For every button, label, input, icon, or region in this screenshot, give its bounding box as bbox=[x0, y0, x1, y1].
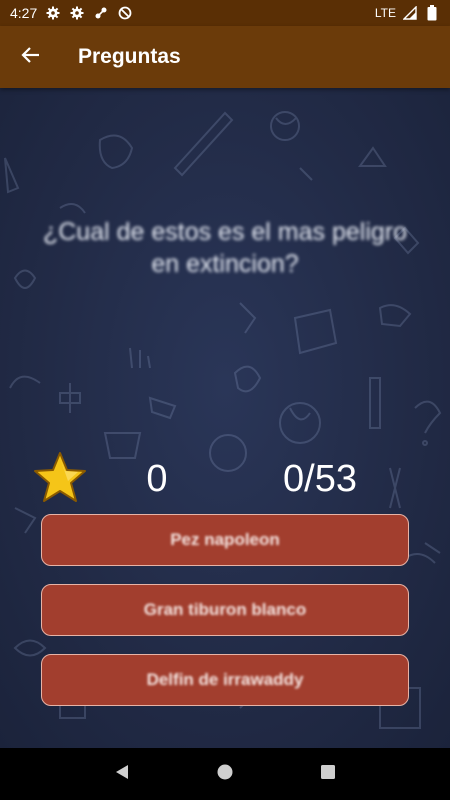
home-circle-icon bbox=[216, 763, 234, 786]
answer-button-3[interactable]: Delfin de irrawaddy bbox=[41, 654, 409, 706]
arrow-left-icon bbox=[21, 45, 41, 70]
answer-button-1[interactable]: Pez napoleon bbox=[41, 514, 409, 566]
answer-label: Pez napoleon bbox=[170, 530, 280, 549]
answer-label: Gran tiburon blanco bbox=[143, 600, 307, 619]
sync-icon bbox=[93, 5, 109, 21]
question-counter: 0/53 bbox=[283, 458, 357, 500]
status-right: LTE bbox=[375, 5, 440, 21]
status-bar: 4:27 LTE bbox=[0, 0, 450, 26]
question-text: ¿Cual de estos es el mas peligro en exti… bbox=[42, 218, 408, 278]
quiz-screen: ¿Cual de estos es el mas peligro en exti… bbox=[0, 88, 450, 748]
score-value: 0 bbox=[146, 458, 168, 500]
gear-icon bbox=[45, 5, 61, 21]
status-time: 4:27 bbox=[10, 5, 38, 21]
score-row: 0 0/53 bbox=[0, 450, 450, 508]
doodle-background bbox=[4, 111, 442, 729]
signal-icon bbox=[402, 5, 418, 21]
nav-recents-button[interactable] bbox=[308, 754, 348, 794]
nav-back-button[interactable] bbox=[102, 754, 142, 794]
page-title: Preguntas bbox=[78, 45, 181, 68]
nav-home-button[interactable] bbox=[205, 754, 245, 794]
network-label: LTE bbox=[374, 6, 396, 20]
answer-button-2[interactable]: Gran tiburon blanco bbox=[41, 584, 409, 636]
back-button[interactable] bbox=[0, 26, 62, 88]
status-left: 4:27 bbox=[10, 5, 133, 21]
do-not-disturb-icon bbox=[117, 5, 133, 21]
back-triangle-icon bbox=[113, 763, 131, 786]
answer-label: Delfin de irrawaddy bbox=[146, 670, 304, 689]
recents-square-icon bbox=[320, 764, 336, 785]
battery-icon bbox=[424, 5, 440, 21]
star-icon bbox=[34, 452, 86, 502]
gear-icon bbox=[69, 5, 85, 21]
app-bar: Preguntas bbox=[0, 26, 450, 88]
system-nav-bar bbox=[0, 748, 450, 800]
